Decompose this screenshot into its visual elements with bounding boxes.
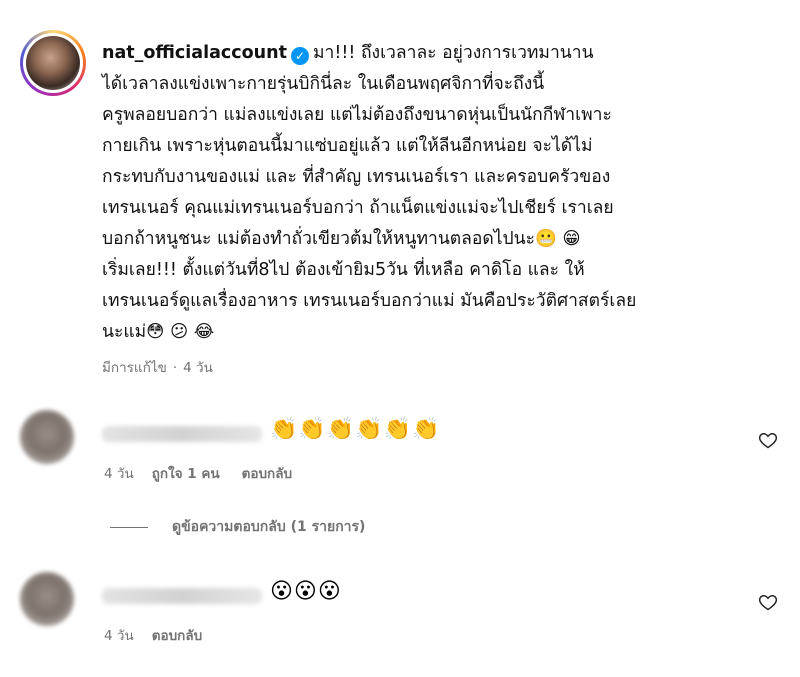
author-avatar-photo xyxy=(26,36,80,90)
caption-line: เทรนเนอร์ คุณแม่เทรนเนอร์บอกว่า ถ้าแน็ตแ… xyxy=(102,198,614,218)
edited-label: มีการแก้ไข xyxy=(102,360,167,376)
comment-likes[interactable]: ถูกใจ 1 คน xyxy=(152,466,220,482)
reply-button[interactable]: ตอบกลับ xyxy=(152,628,202,644)
commenter-username-blurred[interactable] xyxy=(102,588,262,604)
commenter-username-blurred[interactable] xyxy=(102,426,262,442)
heart-outline-icon[interactable] xyxy=(758,592,778,612)
caption-line: นะแม่😳 😕 😂 xyxy=(102,322,215,342)
comment-age[interactable]: 4 วัน xyxy=(104,466,134,482)
comment-text: 😮😮😮 xyxy=(270,579,342,604)
replies-divider xyxy=(110,526,148,528)
heart-outline-icon[interactable] xyxy=(758,430,778,450)
post-container: nat_officialaccount ✓ มา!!! ถึงเวลาละ อยู่… xyxy=(0,0,800,677)
caption-line: มา!!! ถึงเวลาละ อยู่วงการเวทมานาน xyxy=(312,43,594,63)
comment-age[interactable]: 4 วัน xyxy=(104,628,134,644)
caption-line: เริ่มเลย!!! ตั้งแต่วันที่8ไป ต้องเข้ายิม… xyxy=(102,260,585,280)
caption-line: กายเกิน เพราะหุ่นตอนนี้มาแซ่บอยู่แล้ว แต… xyxy=(102,136,593,156)
caption-line: เทรนเนอร์ดูแลเรื่องอาหาร เทรนเนอร์บอกว่า… xyxy=(102,291,637,311)
author-avatar[interactable] xyxy=(20,30,86,96)
commenter-avatar[interactable] xyxy=(20,410,74,464)
author-username[interactable]: nat_officialaccount xyxy=(102,43,287,63)
caption-age[interactable]: 4 วัน xyxy=(183,360,213,376)
caption-line: กระทบกับงานของแม่ และ ที่สำคัญ เทรนเนอร์… xyxy=(102,167,611,187)
comment-text: 👏👏👏👏👏👏 xyxy=(270,417,441,442)
comment-actions: 4 วัน ตอบกลับ xyxy=(104,624,224,646)
reply-button[interactable]: ตอบกลับ xyxy=(242,466,292,482)
view-replies-label: ดูข้อความตอบกลับ (1 รายการ) xyxy=(172,519,366,535)
caption-body: nat_officialaccount ✓ มา!!! ถึงเวลาละ อยู่… xyxy=(102,38,762,348)
commenter-avatar[interactable] xyxy=(20,572,74,626)
comment-actions: 4 วัน ถูกใจ 1 คน ตอบกลับ xyxy=(104,462,314,484)
verified-badge-icon: ✓ xyxy=(290,47,309,65)
caption-line: ครูพลอยบอกว่า แม่ลงแข่งเลย แต่ไม่ต้องถึง… xyxy=(102,105,612,125)
caption-line: บอกถ้าหนูชนะ แม่ต้องทำถั่วเขียวต้มให้หนู… xyxy=(102,229,581,249)
caption-line: ได้เวลาลงแข่งเพาะกายรุ่นบิกินี่ละ ในเดือ… xyxy=(102,74,545,94)
meta-separator: · xyxy=(172,360,178,376)
view-replies-button[interactable]: ดูข้อความตอบกลับ (1 รายการ) xyxy=(110,516,365,538)
caption-meta: มีการแก้ไข · 4 วัน xyxy=(102,356,219,378)
